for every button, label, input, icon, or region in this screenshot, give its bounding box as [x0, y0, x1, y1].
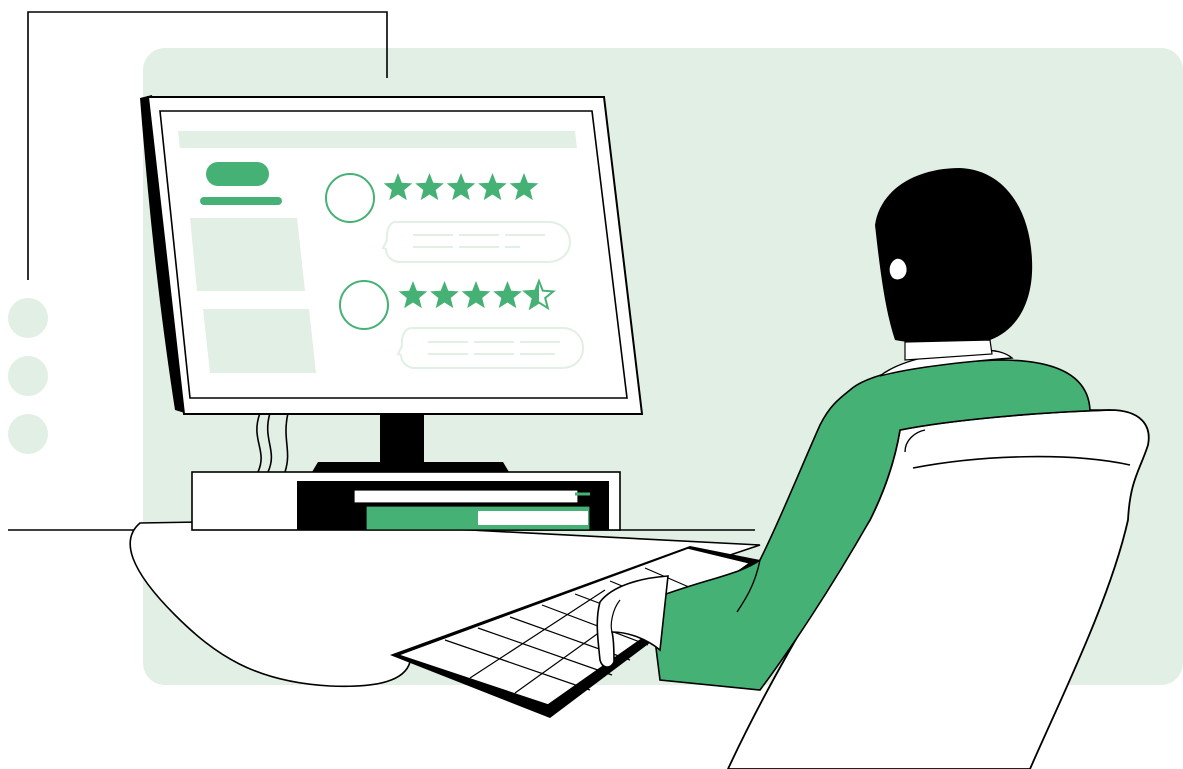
person-hair	[875, 168, 1033, 344]
profile-pill	[206, 162, 269, 186]
monitor-neck	[380, 412, 424, 466]
sidebar-card	[203, 309, 316, 373]
dots-group	[8, 298, 48, 454]
person-ear	[888, 257, 908, 281]
avatar-circle-icon	[339, 280, 389, 330]
speech-bubble-icon	[381, 221, 572, 263]
dot-icon	[8, 356, 48, 396]
dot-icon	[8, 414, 48, 454]
book	[465, 492, 575, 501]
sidebar-card	[190, 218, 305, 291]
avatar-circle-icon	[325, 173, 375, 223]
dot-icon	[8, 298, 48, 338]
screen-header-bar	[178, 131, 577, 148]
profile-underline	[200, 197, 282, 205]
speech-bubble-icon	[396, 327, 585, 369]
book	[478, 511, 588, 525]
monitor-foot	[312, 462, 509, 472]
illustration	[8, 11, 1183, 769]
